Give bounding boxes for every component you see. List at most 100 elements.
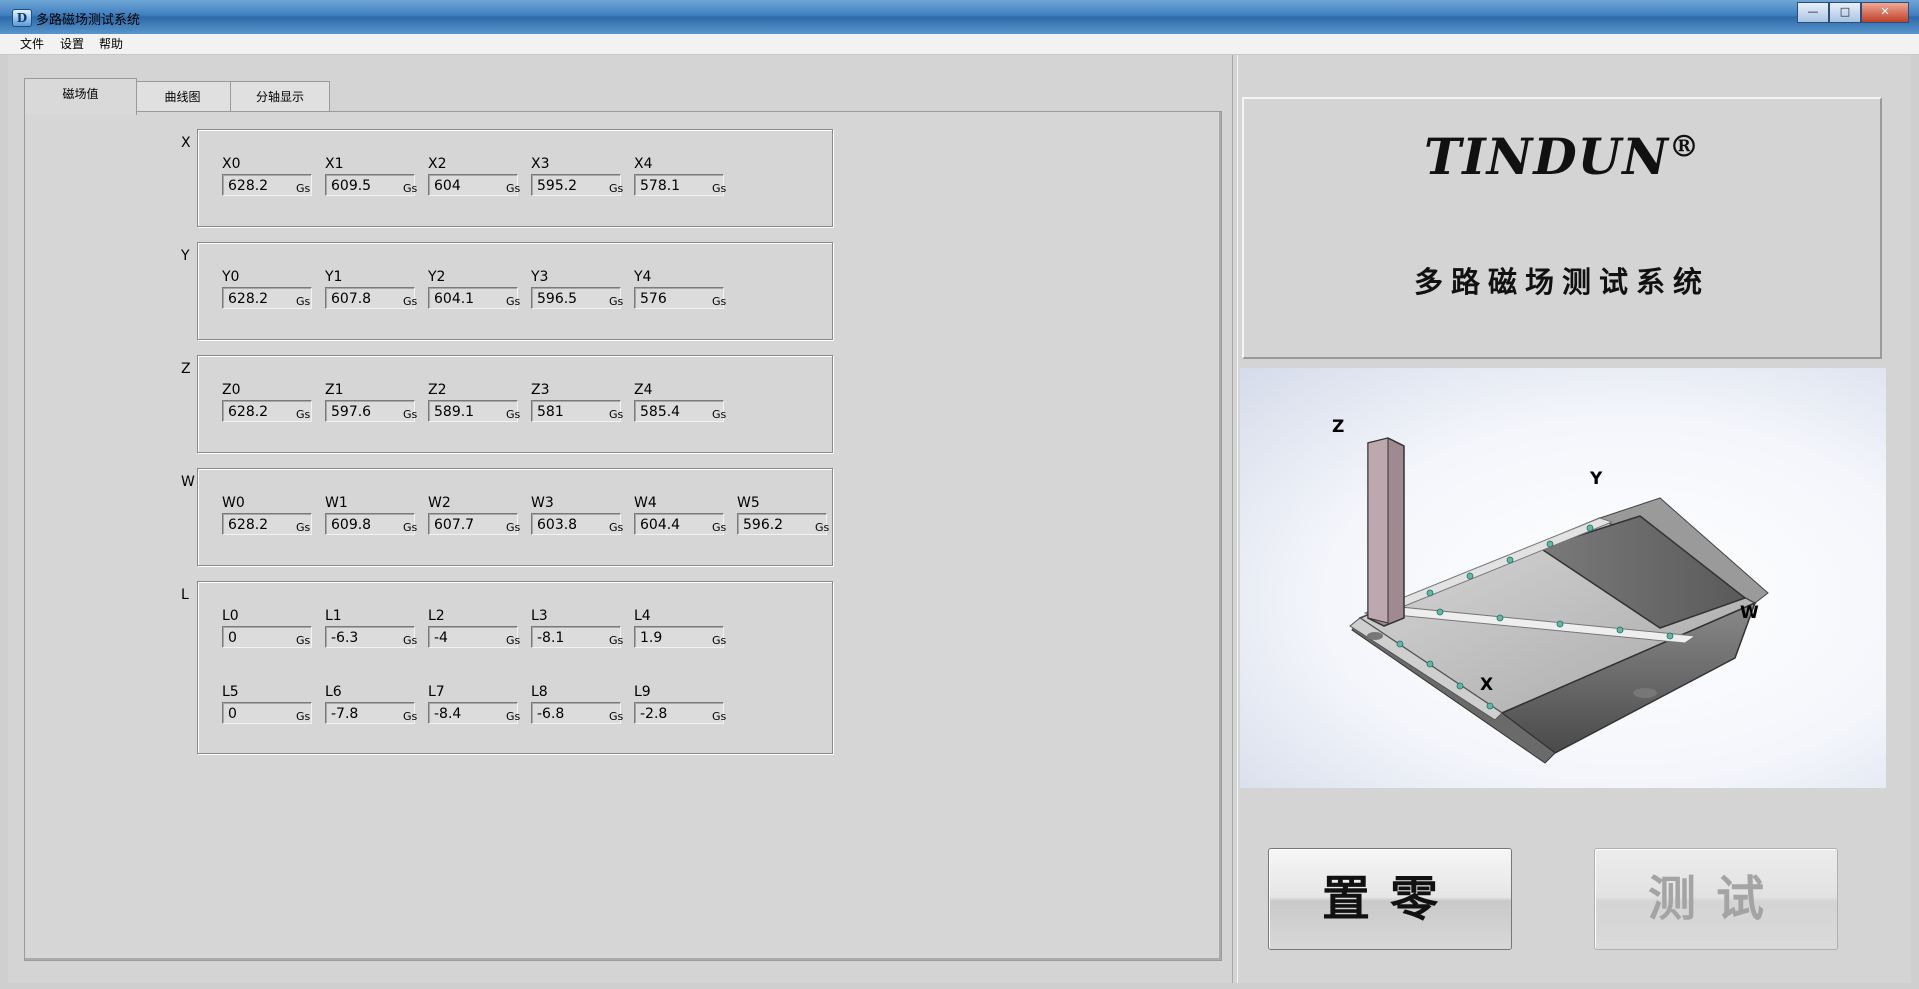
channel-label: L7 <box>428 684 445 700</box>
tab-panel-field-values: X X0 628.2 Gs X1 609.5 Gs X2 604 Gs X3 595.2 Gs X4 578… <box>24 111 1222 961</box>
machine-illustration: Z Y W X <box>1332 417 1769 764</box>
unit-label: Gs <box>296 408 311 421</box>
channel-value-field[interactable]: 604 <box>428 174 518 196</box>
channel-value-field[interactable]: 589.1 <box>428 400 518 422</box>
channel-value-field[interactable]: 576 <box>634 287 724 309</box>
channel-value-field[interactable]: 607.8 <box>325 287 415 309</box>
registered-mark: ® <box>1668 129 1700 165</box>
channel-label: W3 <box>531 495 554 511</box>
group-box-z: Z0 628.2 Gs Z1 597.6 Gs Z2 589.1 Gs Z3 581 Gs Z4 585.… <box>197 355 833 453</box>
group-box-l: L0 0 Gs L1 -6.3 Gs L2 -4 Gs L3 -8.1 Gs L4 1.9 Gs L5 0 Gs L… <box>197 581 833 754</box>
unit-label: Gs <box>506 182 521 195</box>
brand-logo: TINDUN® <box>1244 127 1880 186</box>
channel-label: X3 <box>531 156 550 172</box>
unit-label: Gs <box>609 634 624 647</box>
channel-value-field[interactable]: 604.1 <box>428 287 518 309</box>
menu-bar: 文件 设置 帮助 <box>0 34 1919 55</box>
client-area: 磁场值 曲线图 分轴显示 X X0 628.2 Gs X1 609.5 Gs X2 604 Gs X… <box>8 55 1911 983</box>
channel-label: W1 <box>325 495 348 511</box>
channel-value-field[interactable]: 607.7 <box>428 513 518 535</box>
unit-label: Gs <box>609 710 624 723</box>
label-y: Y <box>1589 469 1603 489</box>
channel-label: Y4 <box>634 269 652 285</box>
channel-value-field[interactable]: 595.2 <box>531 174 621 196</box>
channel-value-field[interactable]: -8.4 <box>428 702 518 724</box>
channel-label: X4 <box>634 156 653 172</box>
tab-axis-display[interactable]: 分轴显示 <box>230 81 330 115</box>
channel-label: X1 <box>325 156 344 172</box>
channel-label: Y3 <box>531 269 549 285</box>
channel-label: Z2 <box>428 382 447 398</box>
group-label-y: Y <box>181 248 190 264</box>
unit-label: Gs <box>403 710 418 723</box>
channel-label: W0 <box>222 495 245 511</box>
z-column-face <box>1367 437 1389 624</box>
channel-label: L9 <box>634 684 651 700</box>
unit-label: Gs <box>609 521 624 534</box>
channel-label: Z1 <box>325 382 344 398</box>
channel-value-field[interactable]: 603.8 <box>531 513 621 535</box>
channel-label: Z0 <box>222 382 241 398</box>
unit-label: Gs <box>403 182 418 195</box>
close-button[interactable]: ✕ <box>1861 2 1909 23</box>
channel-value-field[interactable]: -6.8 <box>531 702 621 724</box>
channel-label: X0 <box>222 156 241 172</box>
unit-label: Gs <box>815 521 830 534</box>
app-icon: D <box>12 9 32 27</box>
channel-value-field[interactable]: -7.8 <box>325 702 415 724</box>
zero-button[interactable]: 置零 <box>1268 848 1512 950</box>
label-w: W <box>1740 603 1759 623</box>
unit-label: Gs <box>712 295 727 308</box>
unit-label: Gs <box>712 408 727 421</box>
logo-panel: TINDUN® 多路磁场测试系统 <box>1242 97 1882 359</box>
channel-value-field[interactable]: -4 <box>428 626 518 648</box>
app-window: D 多路磁场测试系统 — □ ✕ 文件 设置 帮助 磁场值 曲线图 分轴显示 X… <box>0 0 1919 989</box>
unit-label: Gs <box>609 408 624 421</box>
unit-label: Gs <box>712 182 727 195</box>
channel-label: W4 <box>634 495 657 511</box>
menu-file[interactable]: 文件 <box>20 35 44 52</box>
test-button[interactable]: 测试 <box>1594 848 1838 950</box>
channel-label: Y0 <box>222 269 240 285</box>
unit-label: Gs <box>403 408 418 421</box>
unit-label: Gs <box>296 182 311 195</box>
unit-label: Gs <box>712 521 727 534</box>
channel-value-field[interactable]: 609.5 <box>325 174 415 196</box>
channel-label: L6 <box>325 684 342 700</box>
channel-label: Y1 <box>325 269 343 285</box>
channel-label: X2 <box>428 156 447 172</box>
channel-value-field[interactable]: 585.4 <box>634 400 724 422</box>
group-box-w: W0 628.2 Gs W1 609.8 Gs W2 607.7 Gs W3 603.8 Gs W4 60… <box>197 468 833 566</box>
minimize-button[interactable]: — <box>1797 2 1829 23</box>
tab-field-values[interactable]: 磁场值 <box>24 78 137 115</box>
label-z: Z <box>1332 417 1344 437</box>
unit-label: Gs <box>712 634 727 647</box>
group-label-w: W <box>181 474 195 490</box>
title-bar[interactable]: D 多路磁场测试系统 — □ ✕ <box>0 0 1919 34</box>
channel-value-field[interactable]: 597.6 <box>325 400 415 422</box>
menu-help[interactable]: 帮助 <box>99 35 123 52</box>
foot-right <box>1633 688 1657 698</box>
channel-value-field[interactable]: 604.4 <box>634 513 724 535</box>
channel-label: L3 <box>531 608 548 624</box>
channel-label: Z3 <box>531 382 550 398</box>
menu-settings[interactable]: 设置 <box>60 35 84 52</box>
group-label-z: Z <box>181 361 191 377</box>
channel-value-field[interactable]: -6.3 <box>325 626 415 648</box>
channel-value-field[interactable]: 581 <box>531 400 621 422</box>
channel-value-field[interactable]: 609.8 <box>325 513 415 535</box>
channel-label: L2 <box>428 608 445 624</box>
channel-label: L8 <box>531 684 548 700</box>
channel-value-field[interactable]: -2.8 <box>634 702 724 724</box>
channel-value-field[interactable]: 578.1 <box>634 174 724 196</box>
panel-divider <box>1232 55 1238 983</box>
tab-curves[interactable]: 曲线图 <box>129 81 236 115</box>
channel-value-field[interactable]: 1.9 <box>634 626 724 648</box>
group-box-y: Y0 628.2 Gs Y1 607.8 Gs Y2 604.1 Gs Y3 596.5 Gs Y4 57… <box>197 242 833 340</box>
channel-value-field[interactable]: 596.2 <box>737 513 827 535</box>
group-label-l: L <box>181 587 189 603</box>
channel-value-field[interactable]: -8.1 <box>531 626 621 648</box>
channel-value-field[interactable]: 596.5 <box>531 287 621 309</box>
channel-label: Z4 <box>634 382 653 398</box>
maximize-button[interactable]: □ <box>1829 2 1861 23</box>
